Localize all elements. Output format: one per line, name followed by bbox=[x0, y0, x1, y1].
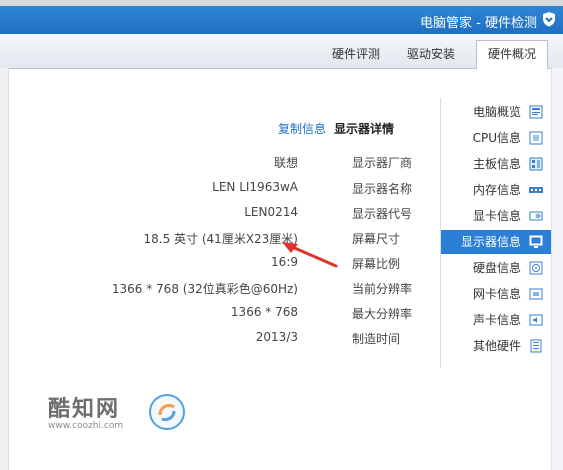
detail-row-value: LEN LI1963wA bbox=[212, 180, 298, 194]
detail-row-value: 18.5 英寸 (41厘米X23厘米) bbox=[143, 232, 298, 246]
detail-row-label: 屏幕尺寸 bbox=[352, 232, 401, 246]
network-icon bbox=[529, 288, 543, 300]
detail-row-value: 1366 * 768 (32位真彩色@60Hz) bbox=[111, 282, 298, 296]
memory-icon bbox=[529, 187, 543, 193]
copy-info-link[interactable]: 复制信息 bbox=[278, 120, 326, 137]
sidebar-item-gpu[interactable]: 显卡信息 bbox=[441, 204, 551, 228]
detail-row-label: 显示器名称 bbox=[352, 182, 413, 196]
detail-row-label: 屏幕比例 bbox=[352, 257, 401, 271]
window-title: 电脑管家 - 硬件检测 bbox=[420, 16, 537, 31]
sidebar-item-monitor[interactable]: 显示器信息 bbox=[441, 230, 551, 254]
other-hardware-icon bbox=[530, 339, 542, 353]
detail-row-label: 显示器代号 bbox=[352, 207, 413, 221]
sidebar-item-network[interactable]: 网卡信息 bbox=[441, 282, 551, 306]
sidebar-item-label: 显示器信息 bbox=[460, 235, 521, 249]
computer-icon bbox=[529, 105, 543, 119]
sidebar-item-cpu[interactable]: CPU信息 bbox=[441, 126, 551, 150]
sidebar-item-disk[interactable]: 硬盘信息 bbox=[441, 256, 551, 280]
tab-driver-install[interactable]: 驱动安装 bbox=[392, 41, 470, 68]
gpu-icon bbox=[529, 211, 543, 221]
sidebar-item-sound[interactable]: 声卡信息 bbox=[441, 308, 551, 332]
sidebar-item-label: 显卡信息 bbox=[472, 209, 521, 223]
monitor-icon bbox=[529, 235, 543, 248]
detail-row-label: 制造时间 bbox=[352, 332, 401, 346]
detail-row-label: 最大分辨率 bbox=[352, 307, 413, 321]
section-title: 显示器详情 bbox=[334, 122, 395, 136]
disk-icon bbox=[529, 261, 543, 275]
annotation-arrow bbox=[282, 242, 338, 268]
sidebar-item-label: 网卡信息 bbox=[472, 287, 521, 301]
sound-icon bbox=[529, 314, 543, 326]
sidebar-item-label: 声卡信息 bbox=[472, 313, 521, 327]
detail-row-value: 2013/3 bbox=[255, 330, 298, 344]
sidebar-item-motherboard[interactable]: 主板信息 bbox=[441, 152, 551, 176]
tab-bar: 硬件概况 驱动安装 硬件评测 bbox=[0, 34, 563, 69]
detail-row-value: 1366 * 768 bbox=[230, 305, 298, 319]
detail-row-label: 显示器厂商 bbox=[352, 156, 413, 170]
motherboard-icon bbox=[529, 157, 543, 171]
sidebar: 电脑概览 CPU信息 主板信息 内存信息 显卡信息 显示器信息 硬盘信息 网卡信… bbox=[440, 98, 551, 368]
sidebar-item-label: 内存信息 bbox=[472, 183, 521, 197]
sidebar-item-label: 主板信息 bbox=[472, 157, 521, 171]
sidebar-item-other[interactable]: 其他硬件 bbox=[441, 334, 551, 358]
shield-icon bbox=[543, 12, 555, 27]
tab-hardware-evaluation[interactable]: 硬件评测 bbox=[322, 41, 390, 68]
window-right-edge bbox=[551, 68, 563, 470]
watermark: 酷知网 www.coozhi.com bbox=[18, 385, 188, 445]
sidebar-item-overview[interactable]: 电脑概览 bbox=[441, 100, 551, 124]
sidebar-item-memory[interactable]: 内存信息 bbox=[441, 178, 551, 202]
sidebar-item-label: CPU信息 bbox=[472, 131, 521, 145]
sidebar-item-label: 硬盘信息 bbox=[472, 261, 521, 275]
watermark-title: 酷知网 bbox=[48, 397, 121, 422]
window-left-edge bbox=[0, 68, 9, 470]
coozhi-logo-icon bbox=[149, 394, 185, 430]
sidebar-item-label: 电脑概览 bbox=[472, 105, 521, 119]
detail-row-value: LEN0214 bbox=[244, 205, 298, 219]
detail-row-value: 联想 bbox=[273, 156, 298, 170]
cpu-icon bbox=[529, 131, 543, 145]
tab-hardware-overview[interactable]: 硬件概况 bbox=[476, 40, 548, 69]
title-bar: 电脑管家 - 硬件检测 bbox=[0, 6, 563, 34]
watermark-url: www.coozhi.com bbox=[48, 421, 124, 431]
detail-row-label: 当前分辨率 bbox=[352, 282, 413, 296]
sidebar-item-label: 其他硬件 bbox=[472, 339, 521, 353]
